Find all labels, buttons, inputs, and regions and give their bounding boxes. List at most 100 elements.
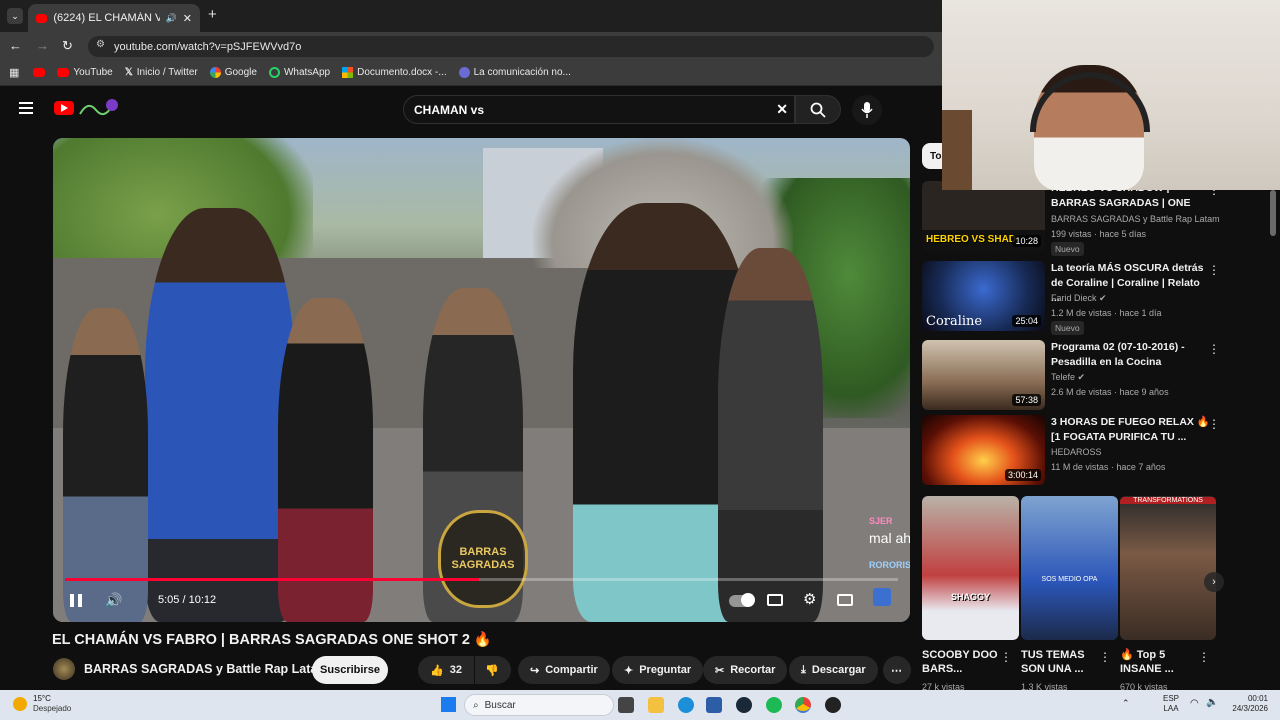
clip-button[interactable]: ✂ Recortar [703,656,788,684]
windows-taskbar [0,690,1280,720]
url-field[interactable]: ⚙ youtube.com/watch?v=pSJFEWVvd7o [88,36,934,57]
tray-chevron-icon[interactable]: ⌃ [1122,698,1130,709]
bookmark-twitter[interactable]: 𝕏 Inicio / Twitter [125,67,198,78]
url-text: youtube.com/watch?v=pSJFEWVvd7o [114,40,302,53]
search-input[interactable]: CHAMAN vs ✕ [403,95,795,124]
clock[interactable]: 00:01 24/3/2026 [1228,694,1268,714]
spectator-left [63,308,148,622]
settings-icon[interactable]: ⚙ [803,590,816,608]
rec-title[interactable]: 3 HORAS DE FUEGO RELAX 🔥 [1 FOGATA PURIF… [1051,415,1211,445]
browser-tab-active[interactable]: (6224) EL CHAMÁN VS FABR 🔊 ✕ [28,4,200,32]
short-thumbnail[interactable]: TRANSFORMATIONS [1120,496,1216,640]
rec-channel[interactable]: HEDAROSS [1051,447,1102,457]
more-vert-icon[interactable]: ⋮ [1208,342,1220,356]
thumbnail[interactable]: Coraline 25:04 [922,261,1045,331]
short-label: SOS MEDIO OPA [1041,576,1098,583]
back-icon[interactable]: ← [9,38,22,53]
volume-icon[interactable]: 🔊 [105,592,122,609]
more-vert-icon[interactable]: ⋮ [1208,263,1220,277]
apps-grid-icon[interactable]: ▦ [9,66,19,79]
forward-icon[interactable]: → [36,38,49,53]
tab-list-button[interactable]: ⌄ [7,8,23,24]
chat-overlay: SJER mal ah RORORIS [869,516,910,596]
more-vert-icon[interactable]: ⋮ [1208,417,1220,431]
short-thumbnail[interactable]: SOS MEDIO OPA [1021,496,1118,640]
progress-bar[interactable] [65,578,898,581]
search-button[interactable] [795,95,841,124]
bookmark-documento[interactable]: Documento.docx -... [342,67,447,78]
bookmark-whatsapp[interactable]: WhatsApp [268,67,330,78]
weather-temp[interactable]: 15°C [33,694,51,703]
rec-channel[interactable]: BARRAS SAGRADAS y Battle Rap Latam [1051,214,1220,224]
bookmark-youtube-icon-only[interactable] [33,68,46,77]
video-player[interactable]: BARRAS SAGRADAS SJER mal ah RORORIS 🔊 ⚙ [53,138,910,622]
bookmark-label: La comunicación no... [473,67,571,78]
channel-avatar[interactable] [53,658,75,680]
short-title[interactable]: SCOOBY DOO BARS... [922,648,1000,676]
close-tab-icon[interactable]: ✕ [183,12,192,25]
dislike-button[interactable]: 👎 [475,656,511,684]
shorts-next-button[interactable]: › [1204,572,1224,592]
thumbnail[interactable]: 3:00:14 [922,415,1045,485]
file-explorer-icon[interactable] [648,697,664,713]
hamburger-menu-icon[interactable] [19,102,33,114]
chrome-icon[interactable] [795,697,811,713]
short-title[interactable]: 🔥 Top 5 INSANE ... [1120,648,1198,676]
download-icon: ⤓ [801,663,806,676]
lang-indicator[interactable]: ESP LAA [1163,694,1179,714]
edge-icon[interactable] [678,697,694,713]
rec-title[interactable]: Programa 02 (07-10-2016) - Pesadilla en … [1051,340,1211,370]
barras-sagradas-watermark: BARRAS SAGRADAS [438,510,528,608]
new-tab-button[interactable]: + [208,6,217,23]
more-vert-icon[interactable]: ⋮ [1198,650,1210,664]
recommendation-item[interactable]: 57:38 Programa 02 (07-10-2016) - Pesadil… [922,340,1262,412]
chat-user-2: RORORIS [869,560,910,570]
doodle-logo-icon [78,98,120,118]
clear-search-icon[interactable]: ✕ [776,101,788,118]
youtube-logo[interactable] [54,101,74,115]
taskbar-search[interactable]: ⌕ Buscar [464,694,614,716]
recommendation-item[interactable]: Coraline 25:04 La teoría MÁS OSCURA detr… [922,261,1262,335]
app-icon[interactable] [825,697,841,713]
bookmark-google[interactable]: Google [209,67,257,78]
bookmark-comunicacion[interactable]: La comunicación no... [458,67,571,78]
share-button[interactable]: ↪ Compartir [518,656,610,684]
autoplay-toggle[interactable] [729,593,755,607]
download-button[interactable]: ⤓ Descargar [789,656,878,684]
thumbnail[interactable]: 57:38 [922,340,1045,410]
ask-button[interactable]: ✦ Preguntar [612,656,704,684]
like-button[interactable]: 👍 32 [418,656,474,684]
pause-icon[interactable] [70,594,82,607]
voice-search-button[interactable] [852,95,882,125]
thumbs-up-icon: 👍 [430,664,444,677]
taskview-icon[interactable] [618,697,634,713]
bookmark-youtube[interactable]: YouTube [57,67,113,78]
volume-tray-icon[interactable]: 🔈 [1206,697,1218,708]
channel-name[interactable]: BARRAS SAGRADAS y Battle Rap Latam [84,662,328,676]
scrollbar[interactable] [1270,190,1276,236]
store-icon[interactable] [706,697,722,713]
subtitles-icon[interactable] [767,594,783,606]
short-title[interactable]: TUS TEMAS SON UNA ... [1021,648,1099,676]
miniplayer-icon[interactable] [837,594,853,606]
recommendation-item[interactable]: 3:00:14 3 HORAS DE FUEGO RELAX 🔥 [1 FOGA… [922,415,1262,487]
reload-icon[interactable]: ↻ [62,38,73,54]
site-info-icon[interactable]: ⚙ [96,39,105,50]
subscribe-button[interactable]: Suscribirse [312,656,388,684]
more-vert-icon[interactable]: ⋮ [1000,650,1012,664]
audio-playing-icon[interactable]: 🔊 [166,13,177,24]
recommendation-item[interactable]: HEBREO VS SHAD 10:28 HEBREO VS SHADOW | … [922,181,1262,256]
start-button[interactable] [441,697,456,712]
more-horizontal-icon: ⋯ [891,664,902,677]
thumbnail[interactable]: HEBREO VS SHAD 10:28 [922,181,1045,251]
steam-icon[interactable] [736,697,752,713]
wifi-icon[interactable]: ◠ [1190,698,1199,709]
more-vert-icon[interactable]: ⋮ [1099,650,1111,664]
more-actions-button[interactable]: ⋯ [883,656,911,684]
short-thumbnail[interactable]: SHAGGY [922,496,1019,640]
rec-channel-row[interactable]: Farid Dieck ✔ [1051,293,1107,304]
weather-icon[interactable] [13,697,27,711]
spotify-icon[interactable] [766,697,782,713]
rec-channel-row[interactable]: Telefe ✔ [1051,372,1085,383]
filter-chip[interactable]: To [922,143,944,169]
